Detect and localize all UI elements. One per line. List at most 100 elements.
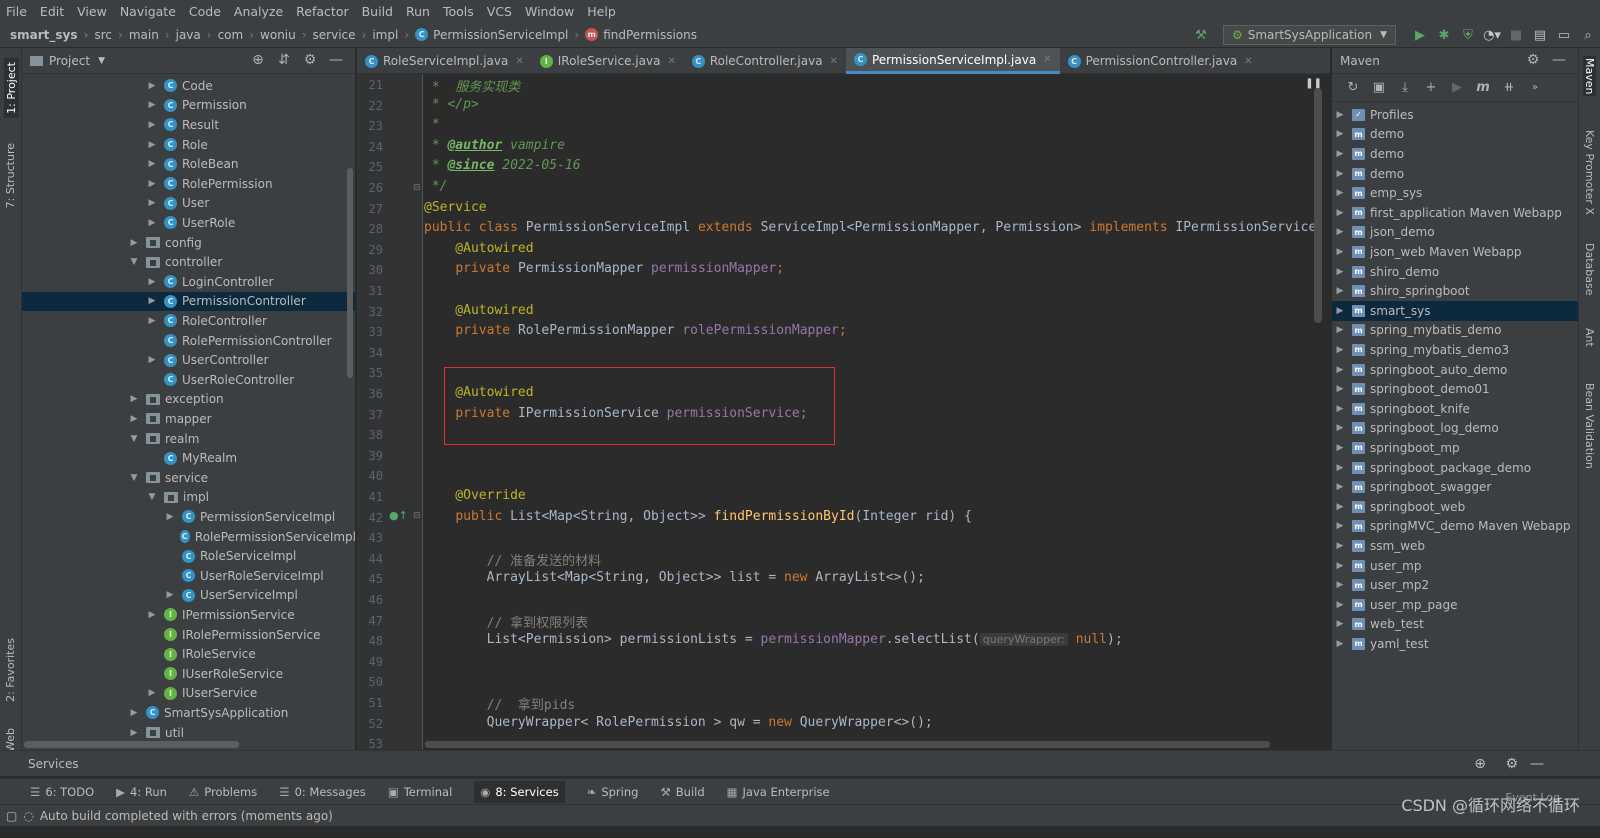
tree-item[interactable]: ▶ config <box>22 233 355 253</box>
chevron-right-icon[interactable]: ▶ <box>1334 110 1346 120</box>
maven-project-item[interactable]: ▶ m ssm_web <box>1332 536 1578 556</box>
maven-project-item[interactable]: ▶ m shiro_demo <box>1332 262 1578 282</box>
menu-item-vcs[interactable]: VCS <box>487 4 512 19</box>
menu-item-help[interactable]: Help <box>587 4 616 19</box>
menu-item-tools[interactable]: Tools <box>443 4 474 19</box>
build-hammer-icon[interactable]: ⚒ <box>1189 28 1213 43</box>
maven-project-item[interactable]: ▶ m springboot_web <box>1332 497 1578 517</box>
chevron-down-icon[interactable]: ▼ <box>128 434 140 444</box>
chevron-right-icon[interactable]: ▶ <box>1334 129 1346 139</box>
tree-item[interactable]: ▶ C LoginController <box>22 272 355 292</box>
chevron-right-icon[interactable]: ▶ <box>1334 149 1346 159</box>
tree-item[interactable]: C MyRealm <box>22 448 355 468</box>
maven-project-item[interactable]: ▶ m springMVC_demo Maven Webapp <box>1332 517 1578 537</box>
maven-project-item[interactable]: ▶ m smart_sys <box>1332 301 1578 321</box>
coverage-icon[interactable]: ⛨ <box>1456 28 1480 43</box>
chevron-right-icon[interactable]: ▶ <box>1334 619 1346 629</box>
tree-item[interactable]: ▶ C PermissionController <box>22 291 355 312</box>
tree-item[interactable]: ▼ realm <box>22 429 355 449</box>
maven-project-item[interactable]: ▶ ✓ Profiles <box>1332 105 1578 125</box>
layout-icon[interactable]: ▢ <box>6 809 17 823</box>
tree-item[interactable]: ▼ controller <box>22 252 355 272</box>
breadcrumb-item[interactable]: com › <box>218 28 260 42</box>
bottom-tab[interactable]: ⚒ Build <box>660 785 704 799</box>
run-icon[interactable]: ▶ <box>1444 80 1470 95</box>
maven-project-item[interactable]: ▶ m springboot_log_demo <box>1332 419 1578 439</box>
menu-item-navigate[interactable]: Navigate <box>120 4 176 19</box>
chevron-right-icon[interactable]: ▶ <box>1334 404 1346 414</box>
chevron-right-icon[interactable]: ▶ <box>1334 247 1346 257</box>
tool-window-web[interactable]: Web <box>4 728 17 752</box>
maven-project-item[interactable]: ▶ m user_mp2 <box>1332 575 1578 595</box>
run-icon[interactable]: ▶ <box>1408 28 1432 43</box>
status-text[interactable]: Auto build completed with errors (moment… <box>40 809 333 823</box>
tool-window-ant[interactable]: Ant <box>1583 328 1596 347</box>
editor-tab[interactable]: C RoleServiceImpl.java ✕ <box>357 48 532 74</box>
menu-item-view[interactable]: View <box>77 4 107 19</box>
maven-project-item[interactable]: ▶ m spring_mybatis_demo3 <box>1332 340 1578 360</box>
chevron-right-icon[interactable]: ▶ <box>128 708 140 718</box>
breadcrumb-item[interactable]: service › <box>313 28 373 42</box>
chevron-right-icon[interactable]: ▶ <box>128 728 140 738</box>
chevron-right-icon[interactable]: ▶ <box>146 120 158 130</box>
bottom-tab[interactable]: ▶ 4: Run <box>116 785 167 799</box>
chevron-right-icon[interactable]: ▶ <box>1334 188 1346 198</box>
editor-tab[interactable]: C PermissionController.java ✕ <box>1060 48 1261 74</box>
maven-project-item[interactable]: ▶ m springboot_mp <box>1332 438 1578 458</box>
tree-item[interactable]: ▶ C RoleController <box>22 311 355 331</box>
chevron-right-icon[interactable]: ▶ <box>1334 227 1346 237</box>
maven-project-item[interactable]: ▶ m yaml_test <box>1332 634 1578 654</box>
tree-item[interactable]: ▶ I IPermissionService <box>22 605 355 625</box>
tree-item[interactable]: ▶ mapper <box>22 409 355 429</box>
bottom-tab[interactable]: ◉ 8: Services <box>474 780 565 803</box>
tool-window-database[interactable]: Database <box>1583 243 1596 296</box>
run-configuration-select[interactable]: ⚙ SmartSysApplication ▼ <box>1222 25 1396 45</box>
chevron-right-icon[interactable]: ▶ <box>1334 325 1346 335</box>
chevron-right-icon[interactable]: ▶ <box>1334 502 1346 512</box>
breadcrumb-item[interactable]: impl › <box>372 28 415 42</box>
chevron-right-icon[interactable]: ▶ <box>146 140 158 150</box>
chevron-right-icon[interactable]: ▶ <box>1334 521 1346 531</box>
chevron-right-icon[interactable]: ▶ <box>146 610 158 620</box>
chevron-right-icon[interactable]: ▶ <box>1334 169 1346 179</box>
tree-item[interactable]: ▶ exception <box>22 390 355 410</box>
tree-item[interactable]: I IRoleService <box>22 644 355 664</box>
tool-window-favorites[interactable]: 2: Favorites <box>4 638 17 702</box>
globe-icon[interactable]: ⊕ <box>1474 756 1486 772</box>
maven-project-item[interactable]: ▶ m json_demo <box>1332 223 1578 243</box>
menu-item-file[interactable]: File <box>6 4 27 19</box>
chevron-right-icon[interactable]: ▶ <box>146 688 158 698</box>
tool-window-maven[interactable]: Maven <box>1583 56 1596 97</box>
chevron-right-icon[interactable]: ▶ <box>146 100 158 110</box>
project-panel-title[interactable]: Project <box>49 54 90 68</box>
locate-icon[interactable]: ⊕ <box>245 52 271 68</box>
chevron-down-icon[interactable]: ▼ <box>98 56 105 66</box>
chevron-down-icon[interactable]: ▼ <box>128 473 140 483</box>
reload-icon[interactable]: ↻ <box>1340 80 1366 95</box>
bottom-tab[interactable]: ❧ Spring <box>587 785 639 799</box>
chevron-right-icon[interactable]: ▶ <box>1334 600 1346 610</box>
more-icon[interactable]: » <box>1522 82 1548 93</box>
close-icon[interactable]: ✕ <box>667 56 675 67</box>
tree-item[interactable]: C RolePermissionServiceImpl <box>22 527 355 547</box>
editor-tab[interactable]: C PermissionServiceImpl.java ✕ <box>845 48 1060 74</box>
chevron-right-icon[interactable]: ▶ <box>146 355 158 365</box>
breadcrumb-item[interactable]: smart_sys › <box>10 28 94 42</box>
menu-item-code[interactable]: Code <box>189 4 221 19</box>
chevron-right-icon[interactable]: ▶ <box>1334 208 1346 218</box>
chevron-right-icon[interactable]: ▶ <box>146 198 158 208</box>
chevron-right-icon[interactable]: ▶ <box>1334 306 1346 316</box>
chevron-right-icon[interactable]: ▶ <box>146 316 158 326</box>
maven-project-item[interactable]: ▶ m user_mp_page <box>1332 595 1578 615</box>
chevron-right-icon[interactable]: ▶ <box>1334 345 1346 355</box>
breadcrumb-item[interactable]: woniu › <box>260 28 313 42</box>
chevron-right-icon[interactable]: ▶ <box>146 296 158 306</box>
chevron-right-icon[interactable]: ▶ <box>1334 384 1346 394</box>
tree-item[interactable]: ▶ C Result <box>22 115 355 135</box>
chevron-right-icon[interactable]: ▶ <box>1334 267 1346 277</box>
chevron-right-icon[interactable]: ▶ <box>1334 443 1346 453</box>
menu-item-run[interactable]: Run <box>406 4 430 19</box>
chevron-right-icon[interactable]: ▶ <box>1334 561 1346 571</box>
chevron-right-icon[interactable]: ▶ <box>1334 286 1346 296</box>
project-structure-icon[interactable]: ▤ <box>1528 28 1552 43</box>
